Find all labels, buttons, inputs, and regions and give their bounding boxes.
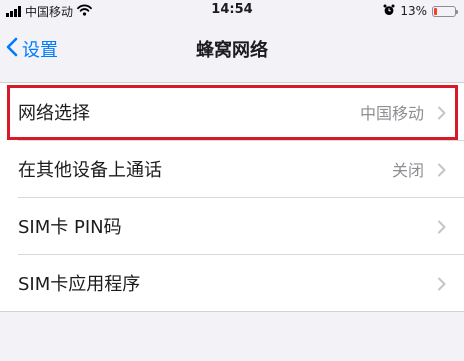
row-sim-applications[interactable]: SIM卡应用程序 [0,254,464,311]
settings-list: 网络选择 中国移动 在其他设备上通话 关闭 SIM卡 PIN码 SIM卡应用程序 [0,82,464,312]
battery-percent: 13% [400,4,427,18]
row-detail: 中国移动 [359,103,424,123]
row-label: SIM卡应用程序 [18,273,141,295]
battery-fill [434,7,437,15]
navigation-bar: 设置 蜂窝网络 [0,24,464,74]
row-detail: 关闭 [391,160,424,180]
battery-icon [432,5,458,17]
status-bar: 中国移动 14:54 13% [0,0,464,24]
alarm-icon [383,4,395,19]
row-sim-pin[interactable]: SIM卡 PIN码 [0,197,464,254]
chevron-right-icon [437,276,446,295]
row-label: SIM卡 PIN码 [18,216,122,238]
page-title: 蜂窝网络 [196,40,268,61]
row-calls-on-other-devices[interactable]: 在其他设备上通话 关闭 [0,140,464,197]
chevron-right-icon [437,219,446,238]
chevron-right-icon [437,162,446,181]
status-right: 13% [383,2,458,20]
row-network-selection[interactable]: 网络选择 中国移动 [0,83,464,140]
chevron-right-icon [437,105,446,124]
row-label: 在其他设备上通话 [18,159,162,181]
row-label: 网络选择 [18,102,90,124]
